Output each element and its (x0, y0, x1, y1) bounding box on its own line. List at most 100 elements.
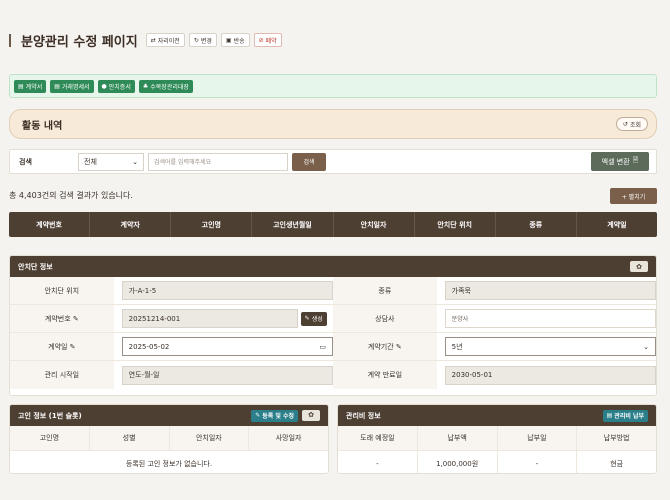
search-label: 검색 (19, 157, 32, 166)
lookup-button[interactable]: ↺ 조회 (615, 117, 648, 131)
pay-fee-button[interactable]: ▤ 관리비 납부 (602, 409, 648, 422)
type-field: 가족묵 (444, 281, 656, 300)
calendar-icon[interactable]: ▭ (319, 343, 326, 351)
page: 분양관리 수정 페이지 ⇄ 자리이전 ↻ 변경 ▣ 반송 ⊘ 폐약 ▤ 계약서 ▤ 거래명세… (0, 0, 670, 500)
section-title: 활동 내역 (22, 120, 63, 132)
table-header: 도래 예정일 납부액 납부일 납부방법 (338, 426, 656, 451)
deceased-info-panel: 고인 정보 (1번 슬롯) ✎ 등록 및 수정 ✿ 고인명 성별 안치일자 사망일… (9, 404, 329, 474)
column-header: 성별 (89, 426, 170, 450)
contract-number-field: 20251214-001 (121, 309, 298, 328)
activity-section-header: 활동 내역 ↺ 조회 (9, 109, 657, 139)
change-button[interactable]: ↻ 변경 (188, 33, 217, 47)
counselor-input[interactable]: 분양사 (444, 309, 656, 328)
transfer-icon: ⇄ (150, 36, 156, 44)
chevron-down-icon: ⌄ (132, 157, 138, 166)
column-header: 사망일자 (249, 426, 328, 450)
expand-button[interactable]: + 펼치기 (610, 188, 657, 204)
field-label: 계약일 ✎ (10, 333, 114, 360)
form-row: 계약번호 ✎ 20251214-001 ✎ 생성 상담사 분양사 (10, 305, 656, 333)
table-cell: - (498, 451, 578, 473)
form-row: 계약일 ✎ 2025-05-02 ▭ 계약기간 ✎ 5년 ⌄ (10, 333, 656, 361)
search-button[interactable]: 검색 (292, 152, 326, 171)
cancel-contract-button[interactable]: ⊘ 폐약 (253, 33, 282, 47)
table-cell: - (338, 451, 418, 473)
table-header: 고인명 성별 안치일자 사망일자 (10, 426, 328, 451)
register-edit-button[interactable]: ✎ 등록 및 수정 (251, 409, 298, 422)
refresh-icon: ↻ (193, 36, 199, 44)
column-header[interactable]: 안치일자 (334, 212, 415, 237)
column-header: 납부액 (417, 426, 498, 450)
form-row: 안치단 위치 가-A-1-5 종류 가족묵 (10, 277, 656, 305)
column-header: 안치일자 (169, 426, 250, 450)
return-button[interactable]: ▣ 반송 (220, 33, 250, 47)
search-bar: 검색 전체 ⌄ 검색어를 입력해주세요 검색 엑셀 변환 🗎 (9, 149, 657, 174)
ban-icon: ⊘ (258, 36, 264, 44)
panel-title: 관리비 정보 (346, 411, 381, 420)
circle-icon: ● (101, 82, 107, 90)
panel-title: 고인 정보 (1번 슬롯) (18, 411, 82, 420)
fee-info-panel: 관리비 정보 ▤ 관리비 납부 도래 예정일 납부액 납부일 납부방법 - 1,0… (337, 404, 657, 474)
field-label: 계약번호 ✎ (10, 305, 114, 332)
results-table-header: 계약번호 계약자 고인명 고인생년월일 안치일자 안치단 위치 종류 계약일 (9, 212, 657, 237)
panel-title: 안치단 정보 (18, 262, 53, 271)
title-accent-bar (9, 33, 11, 47)
document-icon: ▤ (54, 82, 60, 90)
excel-export-button[interactable]: 엑셀 변환 🗎 (591, 152, 649, 171)
field-label: 안치단 위치 (10, 277, 114, 304)
search-scope-select[interactable]: 전체 ⌄ (78, 152, 144, 171)
transfer-button[interactable]: ⇄ 자리이전 (145, 33, 185, 47)
generate-button[interactable]: ✎ 생성 (300, 311, 327, 326)
column-header: 고인명 (10, 426, 90, 450)
placement-info-panel: 안치단 정보 ✿ 안치단 위치 가-A-1-5 종류 가족묵 계약번호 ✎ 20… (9, 255, 657, 396)
history-icon: ↺ (622, 120, 628, 128)
gear-icon[interactable]: ✿ (302, 409, 320, 421)
panel-header: 관리비 정보 ▤ 관리비 납부 (338, 405, 656, 426)
gear-icon[interactable]: ✿ (630, 261, 648, 272)
column-header: 납부방법 (577, 426, 656, 450)
contract-period-select[interactable]: 5년 ⌄ (444, 337, 656, 356)
field-label: 종류 (333, 277, 437, 304)
document-icon: ▤ (606, 412, 613, 419)
certificate-doc-button[interactable]: ● 안치증서 (97, 79, 135, 93)
column-header[interactable]: 계약일 (577, 212, 657, 237)
field-label: 계약 만료일 (333, 361, 437, 389)
management-start-field: 연도-월-일 (121, 365, 333, 385)
form-row: 관리 시작일 연도-월-일 계약 만료일 2030-05-01 (10, 361, 656, 389)
statement-doc-button[interactable]: ▤ 거래명세서 (50, 79, 94, 93)
empty-message: 등록된 고인 정보가 없습니다. (125, 459, 213, 468)
result-count: 총 4,403건의 검색 결과가 있습니다. (9, 191, 133, 200)
table-row: - 1,000,000원 - 현금 (338, 451, 656, 473)
ledger-doc-button[interactable]: ♣ 수목장관리대장 (138, 79, 193, 93)
edit-icon: ✎ (255, 412, 261, 419)
column-header: 납부일 (497, 426, 578, 450)
file-icon: 🗎 (632, 156, 639, 164)
panel-header: 고인 정보 (1번 슬롯) ✎ 등록 및 수정 ✿ (10, 405, 328, 426)
wand-icon: ✎ (304, 315, 310, 322)
return-icon: ▣ (225, 36, 232, 44)
table-row: 등록된 고인 정보가 없습니다. (10, 451, 328, 473)
field-label: 상담사 (333, 305, 437, 332)
table-cell: 현금 (610, 459, 624, 468)
column-header[interactable]: 계약번호 (9, 212, 91, 237)
chevron-down-icon: ⌄ (643, 342, 649, 351)
column-header: 도래 예정일 (338, 426, 418, 450)
location-field: 가-A-1-5 (121, 281, 333, 300)
page-header: 분양관리 수정 페이지 ⇄ 자리이전 ↻ 변경 ▣ 반송 ⊘ 폐약 (9, 31, 282, 50)
column-header[interactable]: 고인명 (171, 212, 253, 237)
contract-date-input[interactable]: 2025-05-02 ▭ (121, 337, 333, 356)
field-label: 계약기간 ✎ (333, 333, 437, 360)
column-header[interactable]: 고인생년월일 (252, 212, 334, 237)
column-header[interactable]: 안치단 위치 (415, 212, 496, 237)
panel-header: 안치단 정보 ✿ (10, 256, 656, 277)
bell-icon: ♣ (142, 82, 149, 90)
table-cell: 1,000,000원 (418, 451, 498, 473)
search-input[interactable]: 검색어를 입력해주세요 (148, 152, 288, 171)
document-icon: ▤ (18, 82, 24, 90)
document-bar: ▤ 계약서 ▤ 거래명세서 ● 안치증서 ♣ 수목장관리대장 (9, 74, 657, 98)
column-header[interactable]: 종류 (496, 212, 577, 237)
page-title: 분양관리 수정 페이지 (21, 34, 138, 50)
contract-doc-button[interactable]: ▤ 계약서 (14, 79, 47, 93)
field-label: 관리 시작일 (10, 361, 114, 389)
contract-expiry-field: 2030-05-01 (444, 365, 656, 385)
column-header[interactable]: 계약자 (90, 212, 172, 237)
